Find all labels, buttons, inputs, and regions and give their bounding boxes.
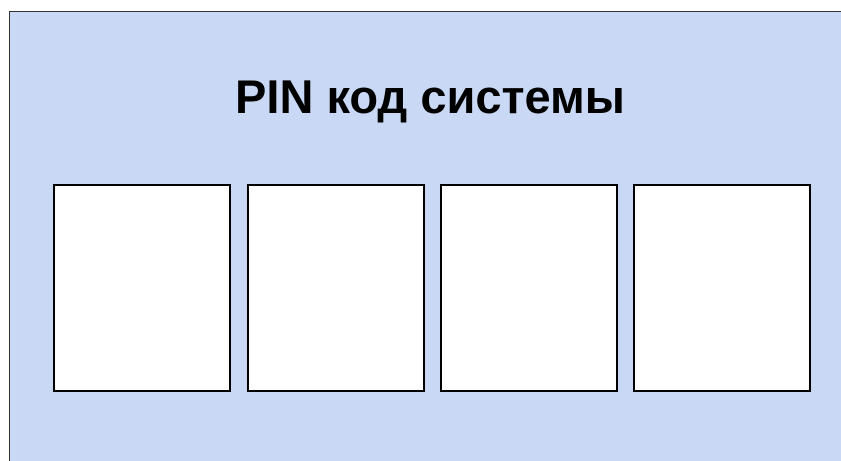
pin-digit-1-input[interactable] [53, 184, 231, 392]
pin-title: PIN код системы [235, 70, 625, 123]
pin-panel: PIN код системы [9, 11, 841, 461]
title-container: PIN код системы [140, 67, 720, 127]
pin-digit-2-input[interactable] [247, 184, 425, 392]
pin-digit-3-input[interactable] [440, 184, 618, 392]
pin-digit-4-input[interactable] [633, 184, 811, 392]
